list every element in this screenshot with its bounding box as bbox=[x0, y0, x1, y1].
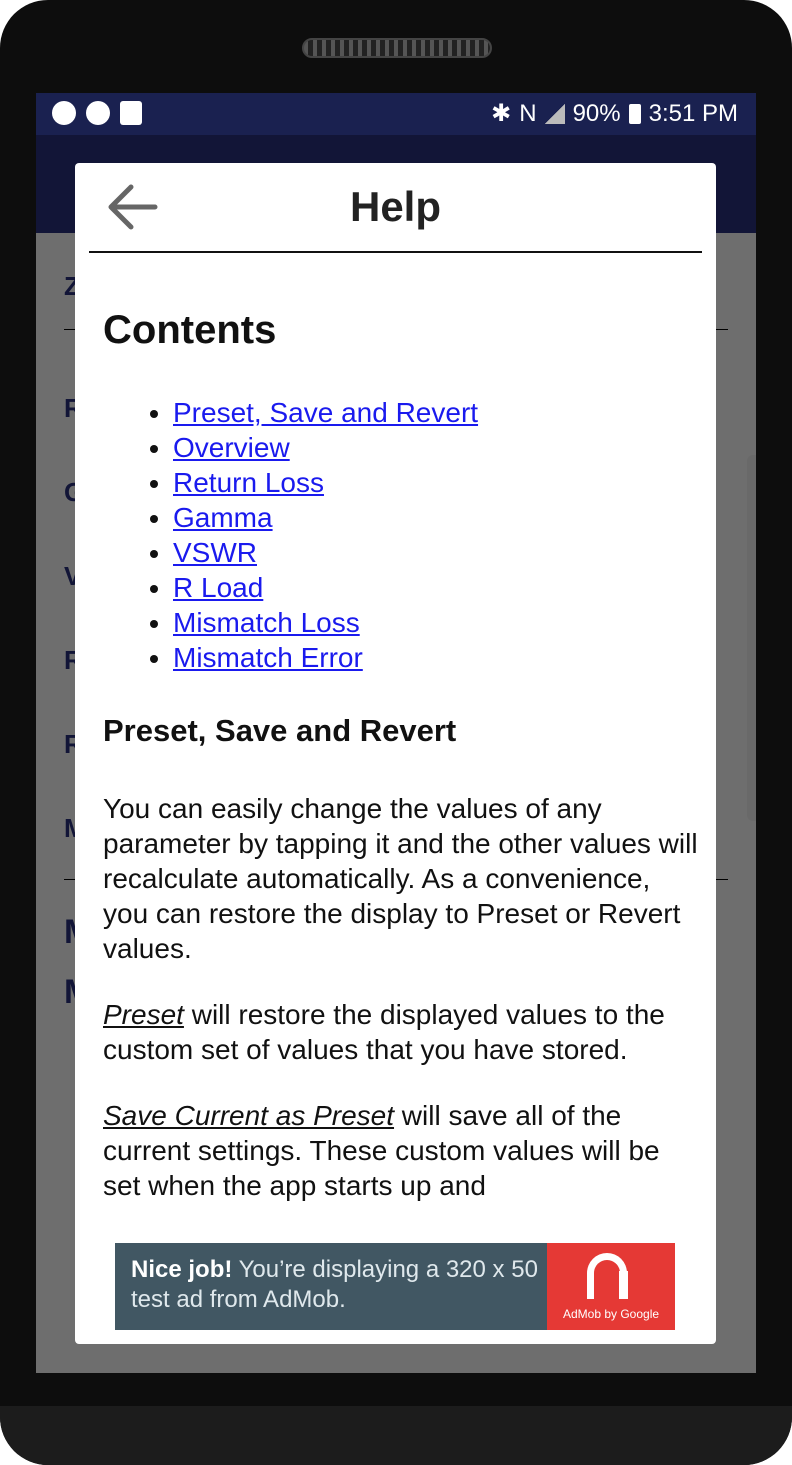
section-heading: Preset, Save and Revert bbox=[103, 713, 457, 748]
admob-icon-stem bbox=[619, 1271, 628, 1299]
dialog-title: Help bbox=[349, 183, 441, 230]
toc-link-vswr[interactable]: VSWR bbox=[173, 537, 257, 568]
ad-headline: Nice job! bbox=[131, 1256, 233, 1283]
bluetooth-icon: ✱ bbox=[491, 100, 512, 127]
toc-link-overview[interactable]: Overview bbox=[173, 432, 290, 463]
reddit-icon bbox=[86, 101, 110, 125]
battery-icon bbox=[628, 103, 641, 124]
toc-item: Gamma bbox=[173, 500, 698, 535]
header-divider bbox=[89, 251, 702, 253]
help-dialog: Help Contents Preset, Save and Revert Ov… bbox=[75, 163, 716, 1344]
toc-link-preset-save-revert[interactable]: Preset, Save and Revert bbox=[173, 397, 478, 428]
toc-link-mismatch-error[interactable]: Mismatch Error bbox=[173, 642, 363, 673]
paragraph-save: Save Current as Preset will save all of … bbox=[103, 1098, 698, 1203]
term-save-current: Save Current as Preset bbox=[103, 1100, 395, 1131]
toc-link-r-load[interactable]: R Load bbox=[173, 572, 263, 603]
toc-item: Mismatch Error bbox=[173, 640, 698, 675]
toc-link-return-loss[interactable]: Return Loss bbox=[173, 467, 324, 498]
phone-frame: ✱ N 90% 3:51 PM Z R G V R R M M M bbox=[0, 0, 792, 1465]
paragraph-preset-text: will restore the displayed values to the… bbox=[103, 999, 665, 1065]
nfc-icon: N bbox=[519, 99, 537, 127]
ad-brand: AdMob by Google bbox=[562, 1307, 660, 1321]
table-of-contents: Preset, Save and Revert Overview Return … bbox=[103, 395, 698, 675]
earpiece-speaker bbox=[302, 38, 492, 58]
toc-item: Mismatch Loss bbox=[173, 605, 698, 640]
status-bar: ✱ N 90% 3:51 PM bbox=[36, 93, 756, 135]
toc-link-mismatch-loss[interactable]: Mismatch Loss bbox=[173, 607, 360, 638]
ad-text: Nice job! You’re displaying a 320 x 50 t… bbox=[131, 1255, 541, 1315]
toc-item: Preset, Save and Revert bbox=[173, 395, 698, 430]
chrome-icon bbox=[52, 101, 76, 125]
toc-item: R Load bbox=[173, 570, 698, 605]
battery-percent: 90% bbox=[572, 99, 621, 127]
toc-item: Return Loss bbox=[173, 465, 698, 500]
toc-item: VSWR bbox=[173, 535, 698, 570]
ad-banner[interactable]: Nice job! You’re displaying a 320 x 50 t… bbox=[115, 1243, 675, 1330]
signal-icon bbox=[544, 103, 565, 124]
contents-heading: Contents bbox=[103, 308, 277, 352]
term-preset: Preset bbox=[103, 999, 184, 1030]
dialog-header: Help bbox=[75, 163, 716, 251]
help-content[interactable]: Contents Preset, Save and Revert Overvie… bbox=[103, 263, 698, 1229]
paragraph-preset: Preset will restore the displayed values… bbox=[103, 997, 698, 1067]
maps-icon bbox=[120, 101, 142, 125]
toc-item: Overview bbox=[173, 430, 698, 465]
bottom-bezel bbox=[0, 1406, 792, 1465]
toc-link-gamma[interactable]: Gamma bbox=[173, 502, 273, 533]
paragraph-intro: You can easily change the values of any … bbox=[103, 793, 698, 964]
admob-logo: AdMob by Google bbox=[547, 1243, 675, 1330]
clock: 3:51 PM bbox=[648, 99, 738, 127]
